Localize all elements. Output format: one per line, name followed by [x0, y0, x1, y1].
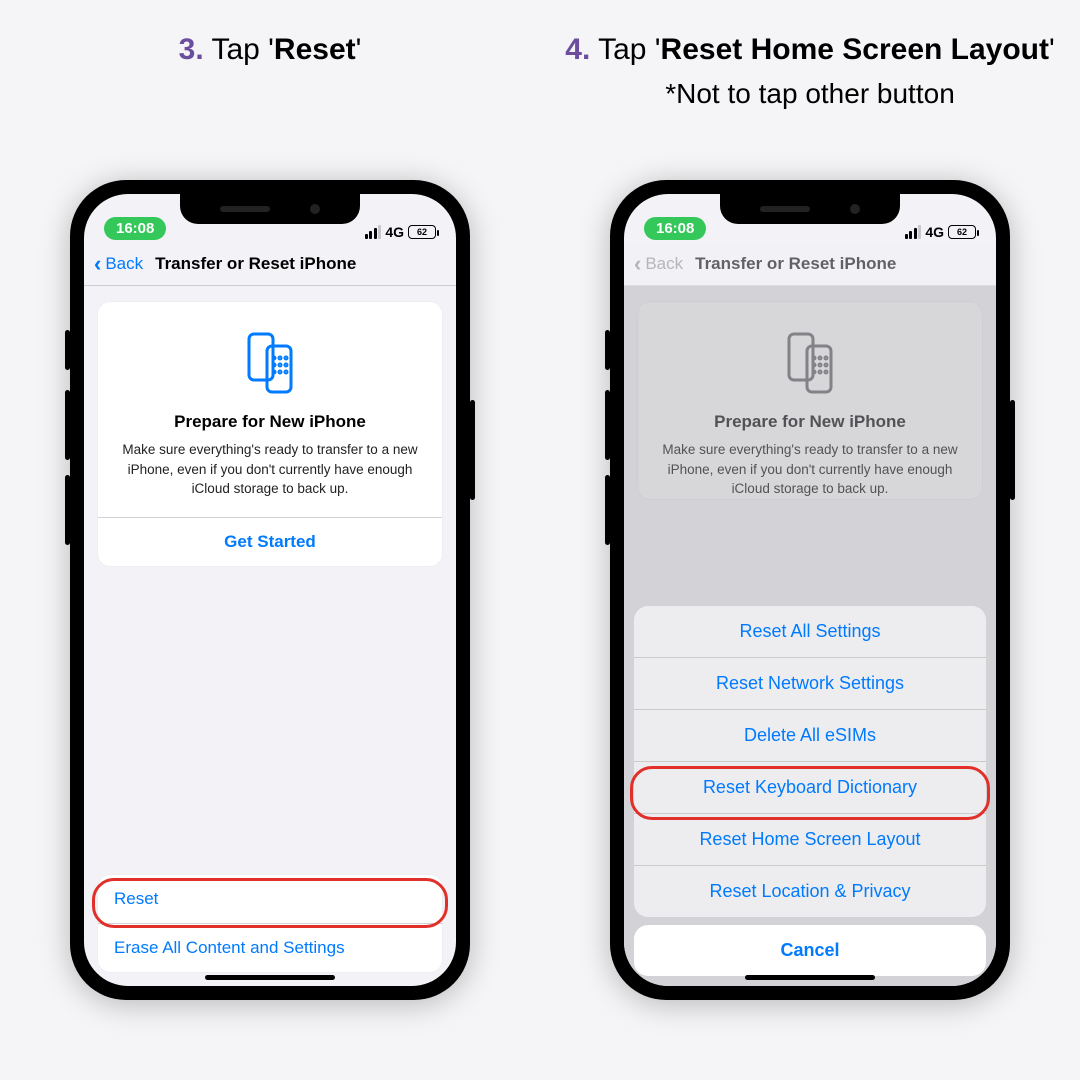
- step-3-caption: 3. Tap 'Reset': [179, 30, 362, 180]
- reset-row[interactable]: Reset: [98, 875, 442, 923]
- battery-icon: 62: [408, 225, 436, 239]
- network-label: 4G: [925, 224, 944, 240]
- step-number: 3.: [179, 33, 204, 66]
- sheet-reset-all-settings[interactable]: Reset All Settings: [634, 606, 986, 657]
- prepare-card: Prepare for New iPhone Make sure everyth…: [98, 302, 442, 566]
- sheet-reset-home-layout[interactable]: Reset Home Screen Layout: [634, 813, 986, 865]
- nav-title: Transfer or Reset iPhone: [155, 254, 356, 274]
- step-number: 4.: [565, 33, 590, 66]
- action-sheet: Reset All Settings Reset Network Setting…: [634, 606, 986, 976]
- sheet-cancel-button[interactable]: Cancel: [634, 925, 986, 976]
- card-body: Make sure everything's ready to transfer…: [112, 440, 428, 499]
- signal-icon: [905, 225, 922, 239]
- sheet-reset-keyboard[interactable]: Reset Keyboard Dictionary: [634, 761, 986, 813]
- sheet-delete-esims[interactable]: Delete All eSIMs: [634, 709, 986, 761]
- sheet-reset-network[interactable]: Reset Network Settings: [634, 657, 986, 709]
- bottom-options-list: Reset Erase All Content and Settings: [98, 875, 442, 972]
- erase-all-row[interactable]: Erase All Content and Settings: [98, 923, 442, 972]
- get-started-button[interactable]: Get Started: [112, 518, 428, 566]
- home-indicator: [205, 975, 335, 980]
- network-label: 4G: [385, 224, 404, 240]
- step-note: *Not to tap other button: [565, 75, 1054, 113]
- nav-bar: ‹ Back Transfer or Reset iPhone: [84, 242, 456, 286]
- phone-mock-right: 16:08 4G 62 ‹ Back Transfer or Reset iPh…: [610, 180, 1010, 1000]
- phone-mock-left: 16:08 4G 62 ‹ Back Transfer or Reset iPh…: [70, 180, 470, 1000]
- card-title: Prepare for New iPhone: [112, 412, 428, 432]
- battery-icon: 62: [948, 225, 976, 239]
- home-indicator: [745, 975, 875, 980]
- step-4-caption: 4. Tap 'Reset Home Screen Layout' *Not t…: [565, 30, 1054, 180]
- time-pill: 16:08: [104, 217, 166, 240]
- back-button: Back: [645, 254, 683, 274]
- signal-icon: [365, 225, 382, 239]
- transfer-phones-icon: [112, 328, 428, 398]
- sheet-reset-location[interactable]: Reset Location & Privacy: [634, 865, 986, 917]
- chevron-left-icon[interactable]: ‹: [94, 251, 101, 277]
- back-button[interactable]: Back: [105, 254, 143, 274]
- chevron-left-icon: ‹: [634, 251, 641, 277]
- nav-title: Transfer or Reset iPhone: [695, 254, 896, 274]
- time-pill: 16:08: [644, 217, 706, 240]
- nav-bar: ‹ Back Transfer or Reset iPhone: [624, 242, 996, 286]
